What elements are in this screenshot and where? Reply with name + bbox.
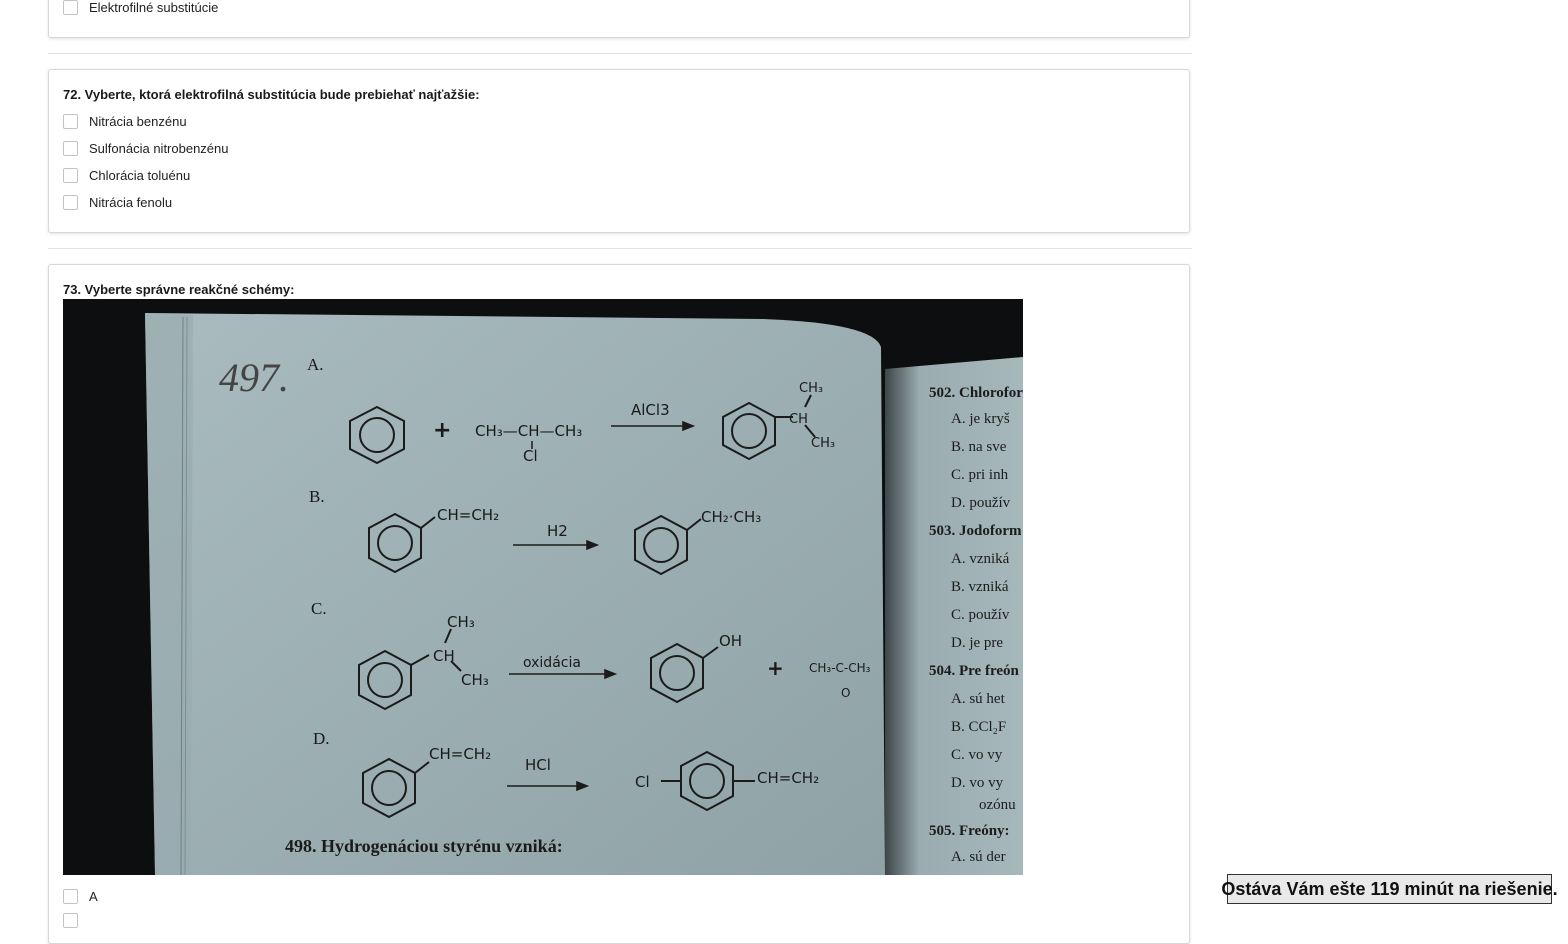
- right-page-line: B. na sve: [951, 439, 1007, 455]
- section-label: C.: [311, 599, 327, 618]
- svg-text:CH₃: CH₃: [447, 613, 475, 631]
- answer-checkbox[interactable]: [63, 140, 78, 156]
- right-page-line: D. vo vy: [951, 775, 1004, 791]
- answer-checkbox[interactable]: [63, 113, 78, 129]
- svg-text:CH=CH₂: CH=CH₂: [437, 506, 499, 524]
- section-label: D.: [313, 729, 330, 748]
- option-label: Nitrácia fenolu: [89, 194, 173, 210]
- option-label: Sulfonácia nitrobenzénu: [89, 140, 229, 156]
- answer-checkbox[interactable]: [63, 194, 78, 210]
- question-card-72: 72. Vyberte, ktorá elektrofilná substitú…: [48, 69, 1190, 233]
- svg-text:CH: CH: [433, 647, 455, 665]
- question-title: 72. Vyberte, ktorá elektrofilná substitú…: [63, 87, 480, 102]
- right-page-line: A. je kryš: [951, 411, 1010, 427]
- svg-text:CH₃: CH₃: [811, 436, 835, 451]
- handwritten-number: 497.: [219, 355, 289, 400]
- svg-text:+: +: [767, 656, 784, 680]
- option-label: Chlorácia toluénu: [89, 167, 191, 183]
- svg-text:CH₃: CH₃: [799, 381, 823, 396]
- reagent-label: HCl: [525, 756, 551, 774]
- answer-checkbox[interactable]: [63, 888, 78, 904]
- option-label: Elektrofilné substitúcie: [89, 0, 219, 15]
- time-remaining-banner: Ostáva Vám ešte 119 minút na riešenie.: [1221, 874, 1558, 904]
- svg-text:CH=CH₂: CH=CH₂: [757, 769, 819, 787]
- svg-text:CH: CH: [789, 412, 808, 427]
- right-page-line: A. sú het: [951, 691, 1006, 707]
- textbook-photo: 497. A. B. C. D. 498. Hydrogenáciou styr…: [63, 299, 1023, 875]
- option-row[interactable]: Chlorácia toluénu: [63, 166, 190, 184]
- option-row[interactable]: [63, 911, 89, 929]
- question-card-71: Elektrofilné substitúcie: [48, 0, 1190, 38]
- right-page-line: D. je pre: [951, 635, 1003, 651]
- right-page-line: 502. Chlorofor: [929, 385, 1023, 401]
- svg-text:CH₃-C-CH₃: CH₃-C-CH₃: [809, 661, 871, 675]
- option-row[interactable]: Nitrácia benzénu: [63, 112, 187, 130]
- svg-text:+: +: [433, 418, 451, 443]
- option-label: Nitrácia benzénu: [89, 113, 187, 129]
- right-page-line: B. vzniká: [951, 579, 1009, 595]
- svg-text:OH: OH: [719, 632, 742, 650]
- answer-checkbox[interactable]: [63, 167, 78, 183]
- right-page-line: D. použív: [951, 495, 1011, 511]
- question-title: 73. Vyberte správne reakčné schémy:: [63, 282, 295, 297]
- section-label: B.: [309, 487, 325, 506]
- answer-checkbox[interactable]: [63, 0, 78, 15]
- question-card-73: 73. Vyberte správne reakčné schémy: 497.…: [48, 264, 1190, 944]
- option-row[interactable]: A: [63, 887, 98, 905]
- svg-text:Cl: Cl: [523, 447, 538, 465]
- right-page-line: 503. Jodoform: [929, 523, 1022, 539]
- reagent-label: oxidácia: [523, 655, 581, 671]
- right-page-line: A. sú der: [951, 849, 1006, 865]
- option-label: A: [89, 888, 98, 904]
- option-row[interactable]: Nitrácia fenolu: [63, 193, 172, 211]
- question-divider: [48, 53, 1192, 54]
- right-page-line: 504. Pre freón: [929, 663, 1019, 679]
- right-page-line: ozónu: [979, 797, 1016, 813]
- question-image: 497. A. B. C. D. 498. Hydrogenáciou styr…: [63, 299, 1023, 875]
- next-question-heading: 498. Hydrogenáciou styrénu vzniká:: [285, 836, 563, 856]
- right-page-line: B. CCl₂F: [951, 719, 1006, 735]
- right-page-line: 505. Freóny:: [929, 823, 1010, 839]
- svg-text:CH₂·CH₃: CH₂·CH₃: [701, 508, 761, 526]
- svg-text:Cl: Cl: [635, 773, 650, 791]
- svg-text:CH₃: CH₃: [461, 671, 489, 689]
- right-page-line: C. pri inh: [951, 467, 1009, 483]
- question-divider: [48, 248, 1192, 249]
- option-row[interactable]: Elektrofilné substitúcie: [63, 0, 218, 16]
- svg-text:O: O: [841, 686, 850, 700]
- svg-text:CH₃—CH—CH₃: CH₃—CH—CH₃: [475, 422, 582, 440]
- option-row[interactable]: Sulfonácia nitrobenzénu: [63, 139, 229, 157]
- right-page-line: C. použív: [951, 607, 1010, 623]
- right-page-line: C. vo vy: [951, 747, 1003, 763]
- answer-checkbox[interactable]: [63, 912, 78, 928]
- section-label: A.: [307, 355, 324, 374]
- reagent-label: AlCl3: [631, 401, 670, 419]
- svg-text:CH=CH₂: CH=CH₂: [429, 745, 491, 763]
- reagent-label: H2: [547, 522, 568, 540]
- right-page-line: A. vzniká: [951, 551, 1010, 567]
